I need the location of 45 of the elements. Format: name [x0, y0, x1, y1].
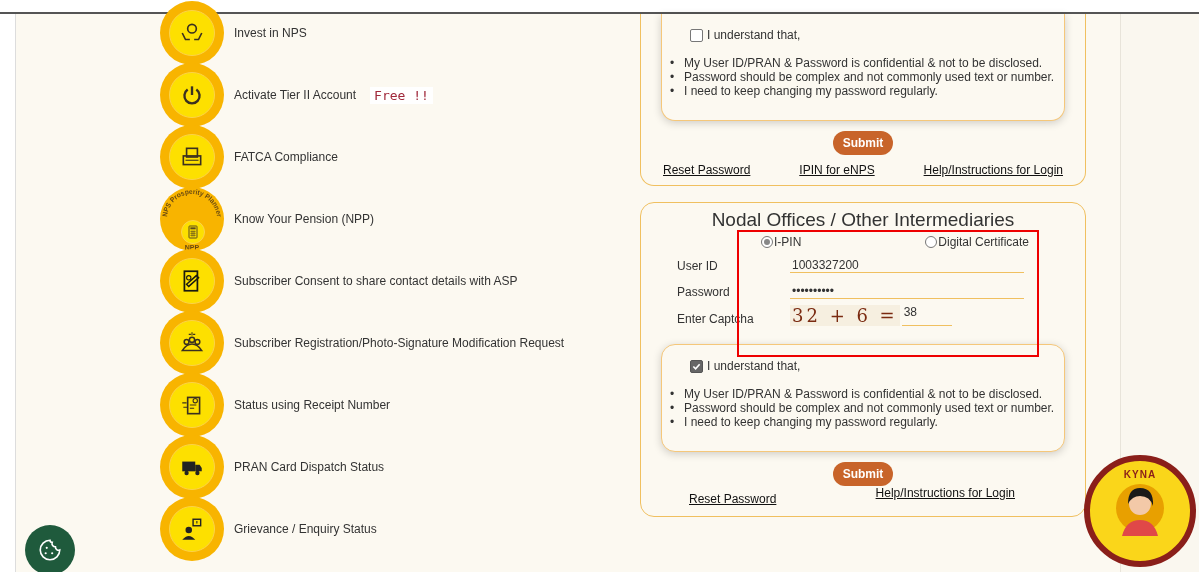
- mode-radio[interactable]: [925, 236, 938, 248]
- captcha-field[interactable]: 38: [901, 305, 952, 326]
- panel-title: Nodal Offices / Other Intermediaries: [710, 209, 1016, 231]
- login-link[interactable]: Help/Instructions for Login: [875, 486, 1015, 506]
- service-link[interactable]: Subscriber Registration/Photo-Signature Modification Request: [234, 336, 565, 350]
- captcha-image: 32 + 6 =: [790, 305, 900, 326]
- bullet: •: [670, 387, 676, 401]
- service-link[interactable]: Subscriber Consent to share contact details with ASP: [234, 274, 518, 288]
- submit-button[interactable]: Submit: [832, 462, 894, 486]
- field-label: Password: [677, 285, 731, 299]
- service-link[interactable]: Status using Receipt Number: [234, 398, 391, 412]
- service-link[interactable]: Grievance / Enquiry Status: [234, 522, 377, 536]
- bullet: •: [670, 84, 676, 98]
- declaration-point: Password should be complex and not commonly used text or number.: [684, 70, 1055, 84]
- agree-checkbox[interactable]: [690, 28, 703, 42]
- service-link[interactable]: Activate Tier II Account: [234, 88, 357, 102]
- service-link[interactable]: PRAN Card Dispatch Status: [234, 460, 385, 474]
- service-link[interactable]: Invest in NPS: [234, 26, 307, 40]
- login-link[interactable]: Reset Password: [689, 492, 777, 506]
- login-link[interactable]: Reset Password: [663, 163, 751, 177]
- declaration-point: My User ID/PRAN & Password is confidential & not to be disclosed.: [684, 387, 1043, 401]
- login-field[interactable]: ••••••••••: [790, 279, 1024, 299]
- declaration-point: I need to keep changing my password regularly.: [684, 84, 938, 98]
- declaration-point: Password should be complex and not commonly used text or number.: [684, 401, 1055, 415]
- mode-radio[interactable]: [761, 236, 773, 248]
- declaration-point: My User ID/PRAN & Password is confidential & not to be disclosed.: [684, 56, 1043, 70]
- agree-checkbox[interactable]: [690, 359, 703, 373]
- mode-label: Digital Certificate: [938, 235, 1029, 249]
- login-link[interactable]: Help/Instructions for Login: [923, 163, 1063, 177]
- declaration-point: I need to keep changing my password regularly.: [684, 415, 938, 429]
- bullet: •: [670, 415, 676, 429]
- login-field[interactable]: 1003327200: [790, 253, 1024, 273]
- service-link[interactable]: Know Your Pension (NPP): [234, 212, 375, 226]
- bullet: •: [670, 401, 676, 415]
- calculator-icon: [185, 224, 201, 240]
- agree-label: I understand that,: [707, 359, 801, 373]
- submit-button[interactable]: Submit: [832, 131, 894, 155]
- field-label: User ID: [677, 259, 719, 273]
- bullet: •: [670, 56, 676, 70]
- free-badge: Free !!: [370, 86, 433, 104]
- agree-label: I understand that,: [707, 28, 801, 42]
- bullet: •: [670, 70, 676, 84]
- login-link[interactable]: IPIN for eNPS: [799, 163, 875, 177]
- mode-label: I-PIN: [774, 235, 802, 249]
- service-link[interactable]: FATCA Compliance: [234, 150, 338, 164]
